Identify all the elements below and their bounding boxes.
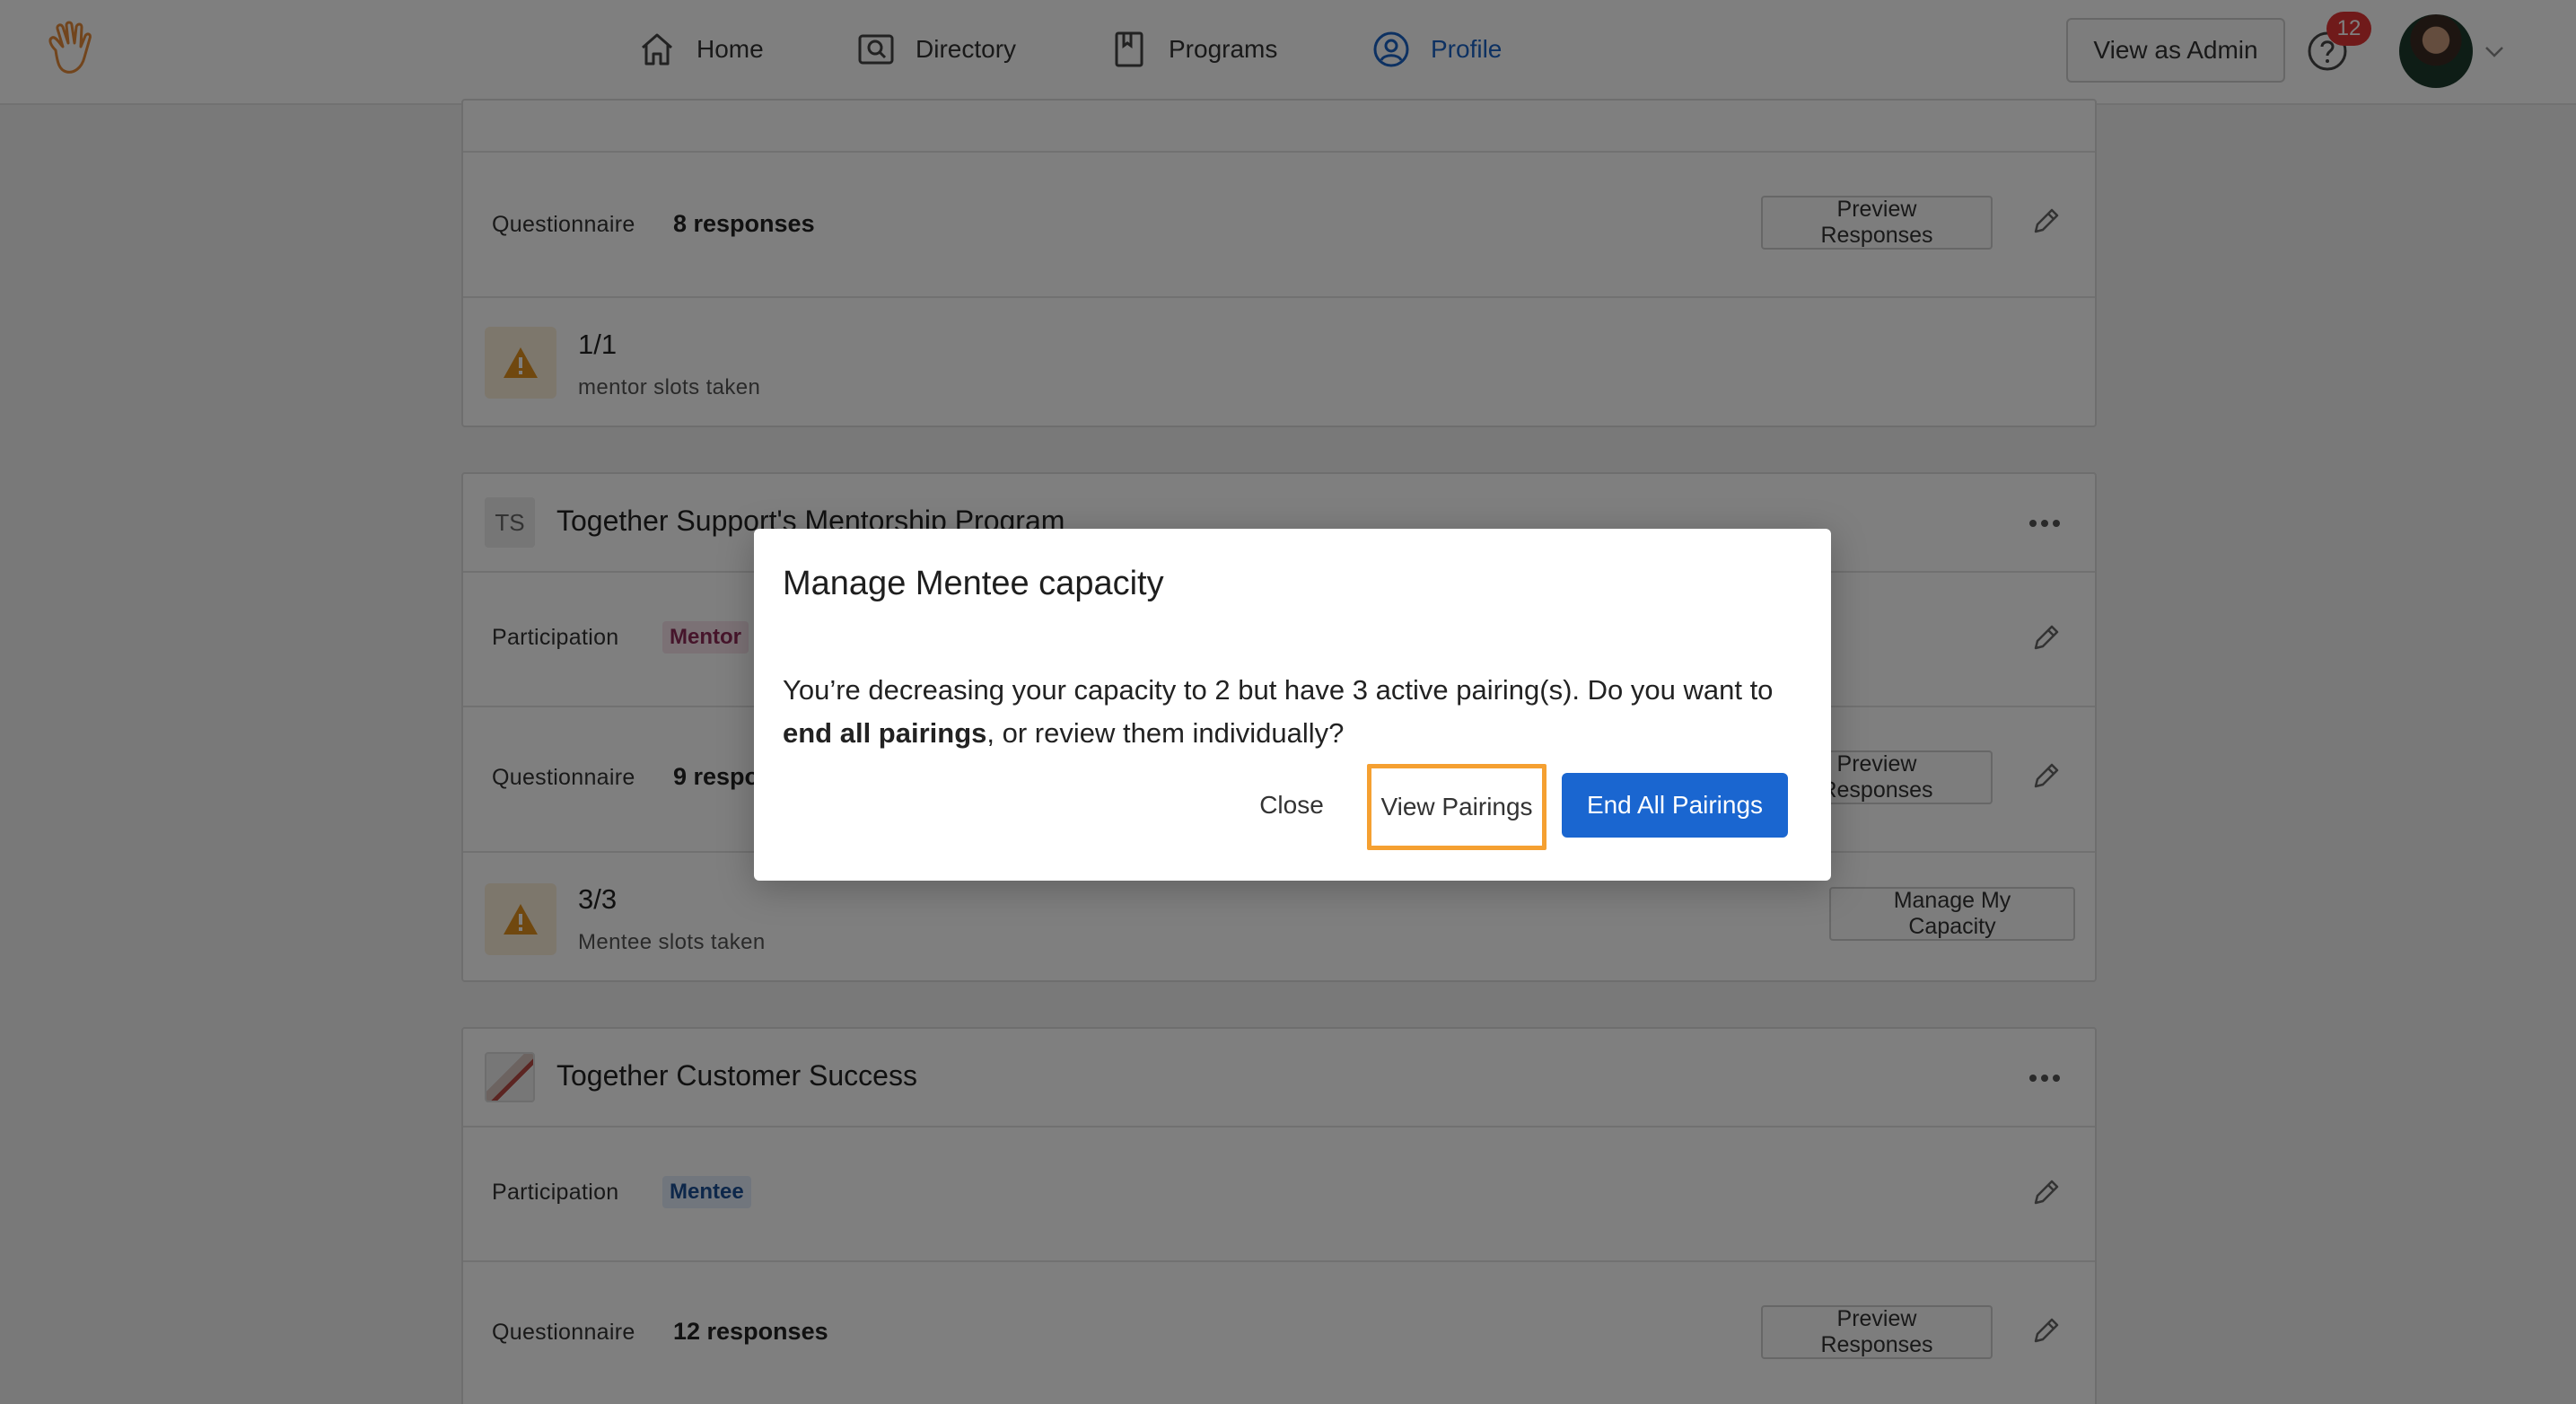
dialog-message-emphasis: end all pairings [783,717,987,749]
dialog-message: You’re decreasing your capacity to 2 but… [783,669,1806,755]
end-all-pairings-button[interactable]: End All Pairings [1562,773,1788,838]
view-pairings-button[interactable]: View Pairings [1367,764,1546,850]
dialog-message-end: , or review them individually? [986,717,1345,749]
dialog-title: Manage Mentee capacity [783,565,1164,602]
dialog-message-start: You’re decreasing your capacity to 2 but… [783,674,1774,706]
close-button[interactable]: Close [1246,773,1337,838]
manage-capacity-dialog: Manage Mentee capacity You’re decreasing… [754,529,1831,881]
